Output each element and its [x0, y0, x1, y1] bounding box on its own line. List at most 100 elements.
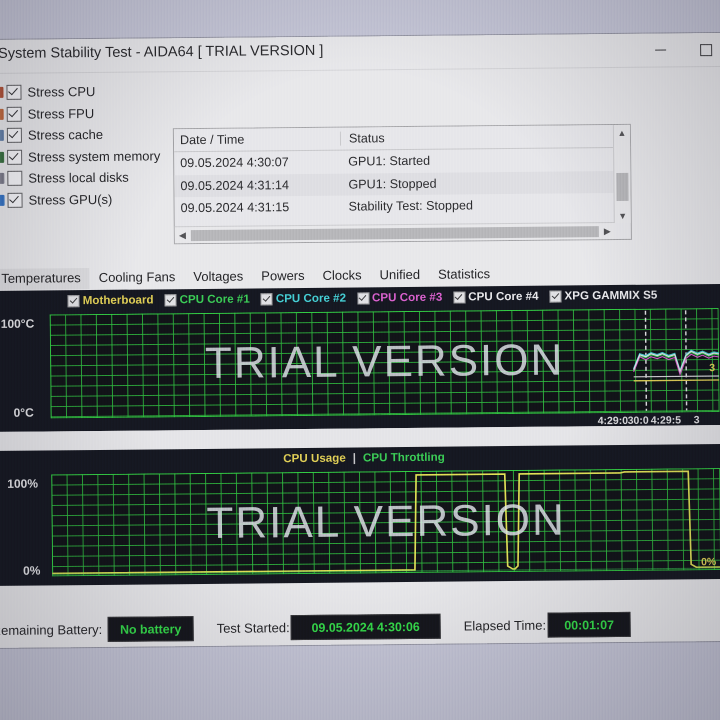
option-checkbox[interactable]	[7, 149, 23, 165]
chevron-right-icon[interactable]: ▶	[600, 226, 615, 237]
disk-icon	[0, 173, 5, 185]
temp-axis-min-label: 0°C	[13, 405, 34, 420]
event-log-list[interactable]: Date / Time Status 09.05.2024 4:30:07 GP…	[172, 123, 632, 245]
option-label: Stress GPU(s)	[28, 191, 113, 208]
elapsed-time-value: 00:01:07	[547, 611, 631, 638]
elapsed-time-label: Elapsed Time:	[463, 617, 547, 634]
legend-label: CPU Core #4	[468, 289, 539, 304]
tab-statistics[interactable]: Statistics	[429, 264, 499, 286]
legend-checkbox[interactable]	[453, 290, 466, 304]
legend-label: CPU Core #1	[179, 292, 250, 307]
log-cell-status: GPU1: Started	[348, 154, 431, 169]
legend-checkbox[interactable]	[549, 290, 562, 303]
remaining-battery-value: No battery	[107, 616, 194, 642]
series-xpg	[633, 375, 720, 378]
maximize-button[interactable]	[683, 33, 720, 66]
option-stress-fpu[interactable]: Stress FPU	[0, 102, 168, 125]
log-header-datetime: Date / Time	[173, 131, 342, 148]
scrollbar-thumb[interactable]	[190, 225, 599, 241]
option-label: Stress system memory	[28, 148, 161, 165]
series-cpu-throttling	[52, 567, 720, 575]
option-label: Stress FPU	[27, 105, 95, 122]
option-checkbox[interactable]	[7, 192, 23, 208]
temperature-legend: Motherboard CPU Core #1 CPU Core #2 CPU …	[0, 286, 720, 310]
fpu-icon	[0, 108, 4, 120]
log-cell-datetime: 09.05.2024 4:30:07	[180, 155, 289, 171]
option-stress-cpu[interactable]: Stress CPU	[0, 80, 168, 103]
temperature-traces	[633, 310, 720, 411]
memory-icon	[0, 151, 5, 163]
log-cell-datetime: 09.05.2024 4:31:14	[180, 177, 290, 193]
log-cell-datetime: 09.05.2024 4:31:15	[180, 200, 290, 216]
table-row[interactable]: 09.05.2024 4:31:15 Stability Test: Stopp…	[175, 193, 631, 220]
stress-options-list: Stress CPU Stress FPU Stress cache Stres…	[0, 80, 169, 211]
legend-item-cpu-core-3[interactable]: CPU Core #3	[356, 290, 443, 305]
legend-label-cpu-throttling[interactable]: CPU Throttling	[363, 451, 445, 465]
option-stress-gpus[interactable]: Stress GPU(s)	[0, 188, 169, 211]
temp-edge-value: 3	[709, 362, 716, 375]
legend-item-cpu-core-2[interactable]: CPU Core #2	[260, 292, 346, 306]
scrollbar-thumb[interactable]	[616, 172, 629, 201]
cpu-legend: CPU Usage | CPU Throttling	[0, 446, 720, 470]
gpu-icon	[0, 194, 5, 206]
log-vertical-scrollbar[interactable]: ▲ ▼	[612, 124, 631, 224]
chevron-up-icon[interactable]: ▲	[614, 125, 630, 140]
option-checkbox[interactable]	[6, 127, 22, 144]
legend-label: CPU Core #3	[371, 290, 443, 305]
screen-photo: System Stability Test - AIDA64 [ TRIAL V…	[0, 0, 720, 720]
option-checkbox[interactable]	[7, 170, 23, 187]
button-row: Start Stop Clear Save CPUID Preferences …	[0, 647, 720, 648]
cpu-axis-min-label: 0%	[23, 563, 41, 578]
series-motherboard	[633, 379, 720, 382]
minimize-icon	[655, 49, 667, 51]
monitor-screen: System Stability Test - AIDA64 [ TRIAL V…	[0, 32, 720, 648]
option-stress-cache[interactable]: Stress cache	[0, 123, 168, 146]
tab-cooling-fans[interactable]: Cooling Fans	[90, 267, 185, 289]
cpu-usage-traces	[52, 470, 720, 575]
legend-item-motherboard[interactable]: Motherboard	[67, 293, 154, 308]
legend-item-xpg-gammix-s5[interactable]: XPG GAMMIX S5	[549, 289, 657, 303]
title-bar: System Stability Test - AIDA64 [ TRIAL V…	[0, 32, 720, 74]
marker-line	[644, 310, 648, 411]
window-controls	[638, 33, 720, 67]
log-cell-status: GPU1: Stopped	[348, 176, 437, 192]
legend-label: XPG GAMMIX S5	[564, 288, 658, 303]
chevron-left-icon[interactable]: ◀	[175, 230, 190, 241]
cpu-axis-max-label: 100%	[7, 476, 39, 491]
legend-label-cpu-usage[interactable]: CPU Usage	[283, 452, 346, 466]
legend-item-cpu-core-1[interactable]: CPU Core #1	[164, 292, 250, 307]
remaining-battery-label: Remaining Battery:	[0, 621, 103, 639]
test-started-value: 09.05.2024 4:30:06	[290, 613, 441, 641]
maximize-icon	[699, 43, 712, 56]
window-title: System Stability Test - AIDA64 [ TRIAL V…	[0, 42, 324, 62]
cache-icon	[0, 130, 4, 142]
chevron-down-icon[interactable]: ▼	[615, 208, 631, 223]
option-label: Stress cache	[27, 127, 104, 143]
cpu-icon	[0, 87, 4, 99]
option-stress-local-disks[interactable]: Stress local disks	[0, 166, 168, 189]
cpu-edge-value: 0%	[700, 556, 717, 569]
legend-checkbox[interactable]	[164, 293, 177, 306]
log-header-status: Status	[348, 131, 385, 146]
legend-label: Motherboard	[82, 293, 154, 308]
tab-powers[interactable]: Powers	[252, 266, 314, 288]
tab-temperatures[interactable]: Temperatures	[0, 268, 90, 290]
minimize-button[interactable]	[638, 33, 683, 66]
legend-item-cpu-core-4[interactable]: CPU Core #4	[453, 289, 539, 304]
temperature-graph-panel: Motherboard CPU Core #1 CPU Core #2 CPU …	[0, 283, 720, 432]
option-label: Stress CPU	[27, 84, 96, 100]
tab-voltages[interactable]: Voltages	[184, 266, 252, 288]
legend-checkbox[interactable]	[260, 292, 273, 305]
tab-unified[interactable]: Unified	[371, 265, 430, 287]
log-horizontal-scrollbar[interactable]: ◀ ▶	[174, 222, 615, 244]
temp-axis-max-label: 100°C	[0, 316, 35, 331]
tab-clocks[interactable]: Clocks	[314, 265, 371, 287]
option-checkbox[interactable]	[6, 84, 22, 101]
legend-checkbox[interactable]	[356, 291, 370, 304]
option-checkbox[interactable]	[6, 106, 22, 122]
option-stress-system-memory[interactable]: Stress system memory	[0, 145, 168, 168]
test-started-label: Test Started:	[216, 620, 290, 636]
legend-checkbox[interactable]	[67, 294, 80, 307]
option-label: Stress local disks	[28, 169, 129, 186]
aida64-stability-test-window: System Stability Test - AIDA64 [ TRIAL V…	[0, 32, 720, 648]
